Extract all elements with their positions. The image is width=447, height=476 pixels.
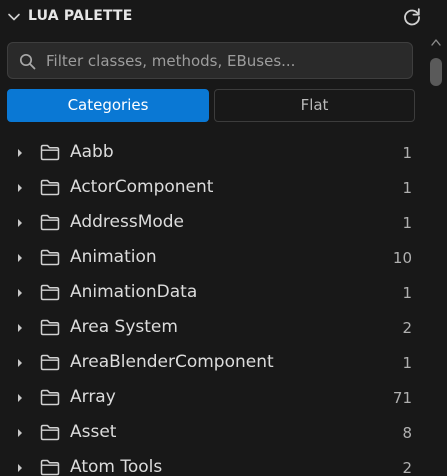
category-name: Atom Tools — [70, 457, 163, 476]
scrollbar-thumb[interactable] — [430, 58, 442, 86]
category-row[interactable]: Area System 2 — [0, 311, 425, 346]
scroll-up-arrow-icon[interactable] — [431, 38, 441, 46]
expand-arrow-icon[interactable] — [16, 322, 24, 334]
expand-arrow-icon[interactable] — [16, 427, 24, 439]
category-name: Array — [70, 387, 116, 407]
folder-icon — [40, 389, 60, 406]
folder-icon — [40, 214, 60, 231]
category-row[interactable]: Aabb 1 — [0, 136, 425, 171]
scrollbar[interactable] — [425, 34, 447, 476]
category-count: 10 — [392, 249, 412, 267]
expand-arrow-icon[interactable] — [16, 217, 24, 229]
refresh-icon[interactable] — [401, 6, 423, 28]
categories-tab[interactable]: Categories — [7, 89, 209, 122]
folder-icon — [40, 319, 60, 336]
category-name: Area System — [70, 317, 178, 337]
category-count: 2 — [402, 319, 412, 337]
panel-title: LUA PALETTE — [28, 8, 133, 24]
category-count: 8 — [402, 424, 412, 442]
panel-header: LUA PALETTE — [0, 0, 447, 34]
folder-icon — [40, 144, 60, 161]
category-count: 1 — [402, 144, 412, 162]
folder-icon — [40, 249, 60, 266]
folder-icon — [40, 459, 60, 476]
category-row[interactable]: Animation 10 — [0, 241, 425, 276]
chevron-down-icon[interactable] — [6, 9, 22, 25]
category-name: AddressMode — [70, 212, 185, 232]
category-name: AreaBlenderComponent — [70, 352, 274, 372]
expand-arrow-icon[interactable] — [16, 392, 24, 404]
expand-arrow-icon[interactable] — [16, 182, 24, 194]
category-list: Aabb 1 ActorComponent 1 AddressMode 1 Animatio… — [0, 136, 425, 476]
category-count: 1 — [402, 284, 412, 302]
category-row[interactable]: AreaBlenderComponent 1 — [0, 346, 425, 381]
category-row[interactable]: AddressMode 1 — [0, 206, 425, 241]
category-row[interactable]: Asset 8 — [0, 416, 425, 451]
expand-arrow-icon[interactable] — [16, 287, 24, 299]
expand-arrow-icon[interactable] — [16, 252, 24, 264]
expand-arrow-icon[interactable] — [16, 357, 24, 369]
category-count: 1 — [402, 179, 412, 197]
category-name: AnimationData — [70, 282, 198, 302]
category-count: 71 — [392, 389, 412, 407]
category-name: Animation — [70, 247, 157, 267]
category-name: Aabb — [70, 142, 114, 162]
category-row[interactable]: AnimationData 1 — [0, 276, 425, 311]
search-icon — [19, 53, 36, 70]
search-box[interactable] — [7, 42, 413, 79]
folder-icon — [40, 284, 60, 301]
category-count: 1 — [402, 354, 412, 372]
folder-icon — [40, 179, 60, 196]
category-name: Asset — [70, 422, 117, 442]
expand-arrow-icon[interactable] — [16, 147, 24, 159]
category-count: 1 — [402, 214, 412, 232]
expand-arrow-icon[interactable] — [16, 462, 24, 474]
lua-palette-panel: LUA PALETTE Categories Flat Aabb1ActorCo… — [0, 0, 447, 476]
category-row[interactable]: Atom Tools 2 — [0, 451, 425, 476]
category-name: ActorComponent — [70, 177, 214, 197]
flat-tab[interactable]: Flat — [214, 89, 415, 122]
folder-icon — [40, 354, 60, 371]
category-row[interactable]: Array 71 — [0, 381, 425, 416]
search-input[interactable] — [46, 47, 406, 74]
category-count: 2 — [402, 459, 412, 476]
category-row[interactable]: ActorComponent 1 — [0, 171, 425, 206]
folder-icon — [40, 424, 60, 441]
